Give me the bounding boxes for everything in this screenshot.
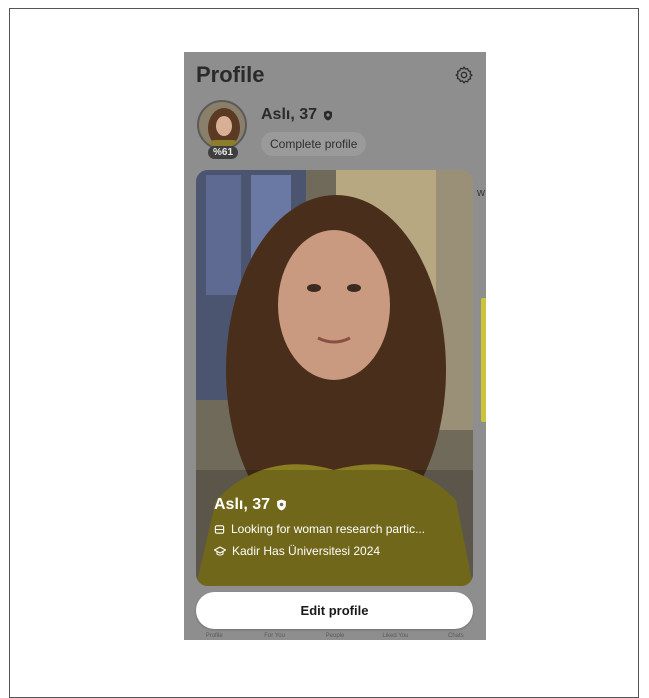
bottom-tab-bar: Profile For You People Liked You Chats — [184, 632, 486, 640]
avatar-container[interactable]: %61 — [197, 100, 251, 160]
tab-chats[interactable]: Chats — [426, 632, 486, 640]
looking-for-text: Looking for woman research partic... — [231, 522, 426, 536]
card-name-text: Aslı, 37 — [214, 496, 271, 513]
edit-profile-button[interactable]: Edit profile — [196, 592, 473, 629]
tab-for-you[interactable]: For You — [244, 632, 304, 640]
complete-profile-button[interactable]: Complete profile — [261, 132, 367, 156]
profile-name: Aslı, 37 — [261, 106, 333, 124]
shield-icon — [277, 499, 286, 511]
profile-name-text: Aslı, 37 — [261, 106, 318, 123]
looking-for-row: Looking for woman research partic... — [214, 522, 425, 536]
page-title: Profile — [196, 62, 265, 87]
profile-completion-badge: %61 — [208, 146, 239, 159]
looking-for-icon — [214, 524, 225, 534]
education-text: Kadir Has Üniversitesi 2024 — [232, 544, 381, 558]
background-peek-bar — [481, 298, 486, 422]
shield-icon — [324, 110, 333, 120]
phone-screen: Profile %61 Aslı, 37 Complete profile As… — [184, 52, 486, 640]
avatar[interactable] — [197, 100, 247, 150]
education-row: Kadir Has Üniversitesi 2024 — [214, 544, 425, 558]
tab-people[interactable]: People — [305, 632, 365, 640]
gear-icon[interactable] — [454, 65, 474, 85]
profile-card[interactable]: Aslı, 37 Looking for woman research part… — [196, 170, 473, 586]
tab-liked-you[interactable]: Liked You — [365, 632, 425, 640]
card-overlay: Aslı, 37 Looking for woman research part… — [214, 496, 425, 558]
tab-profile[interactable]: Profile — [184, 632, 244, 640]
graduation-cap-icon — [214, 545, 226, 556]
background-peek-text: w — [477, 187, 485, 199]
card-name: Aslı, 37 — [214, 496, 425, 514]
